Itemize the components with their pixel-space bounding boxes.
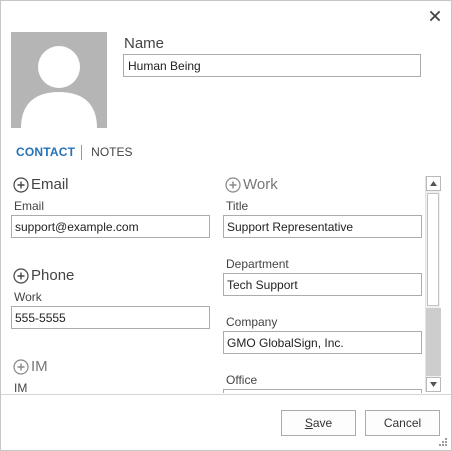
contact-details-scroll-area[interactable]: Email Email Phone Work IM IM — [1, 173, 441, 393]
email-section-label: Email — [31, 176, 69, 193]
email-field[interactable] — [11, 215, 210, 238]
plus-circle-icon — [225, 176, 241, 193]
tab-divider — [81, 144, 83, 160]
add-phone-button[interactable]: Phone — [13, 267, 74, 284]
contact-dialog: Name CONTACT NOTES Email Email Phone Wor… — [0, 0, 452, 451]
vertical-scrollbar[interactable] — [425, 176, 441, 392]
company-field-label: Company — [226, 315, 278, 329]
name-label: Name — [124, 35, 165, 52]
name-field[interactable] — [123, 54, 421, 77]
tab-contact[interactable]: CONTACT — [16, 145, 75, 159]
plus-circle-icon — [13, 358, 29, 375]
office-field[interactable] — [223, 389, 422, 393]
tab-notes[interactable]: NOTES — [91, 145, 132, 159]
close-icon[interactable] — [427, 8, 443, 24]
company-field[interactable] — [223, 331, 422, 354]
work-phone-field[interactable] — [11, 306, 210, 329]
im-field-label: IM — [14, 381, 28, 393]
save-button[interactable]: Save — [281, 410, 356, 436]
footer-divider — [1, 394, 451, 395]
office-field-label: Office — [226, 373, 258, 387]
email-field-label: Email — [14, 199, 45, 213]
phone-section-label: Phone — [31, 267, 75, 284]
title-field-label: Title — [226, 199, 249, 213]
person-silhouette-icon[interactable] — [11, 32, 107, 128]
title-field[interactable] — [223, 215, 422, 238]
tab-bar: CONTACT NOTES — [16, 144, 133, 160]
work-section-label: Work — [243, 176, 278, 193]
department-field[interactable] — [223, 273, 422, 296]
plus-circle-icon — [13, 176, 29, 193]
add-work-button[interactable]: Work — [225, 176, 278, 193]
chevron-down-icon[interactable] — [426, 377, 441, 392]
department-field-label: Department — [226, 257, 289, 271]
scrollbar-thumb[interactable] — [427, 193, 439, 306]
save-button-label: ave — [312, 416, 333, 430]
phone-field-label: Work — [14, 290, 42, 304]
cancel-button[interactable]: Cancel — [365, 410, 440, 436]
save-button-mnemonic: S — [304, 416, 313, 430]
scrollbar-track[interactable] — [426, 308, 441, 376]
add-email-button[interactable]: Email — [13, 176, 69, 193]
resize-grip-icon[interactable] — [438, 437, 448, 447]
im-section-label: IM — [31, 358, 48, 375]
chevron-up-icon[interactable] — [426, 176, 441, 191]
add-im-button[interactable]: IM — [13, 358, 48, 375]
plus-circle-icon — [13, 267, 29, 284]
